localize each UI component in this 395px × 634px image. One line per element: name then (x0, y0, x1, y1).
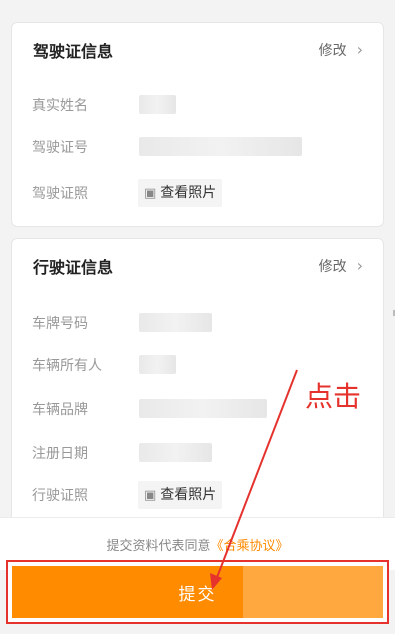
agreement-link[interactable]: 《合乘协议》 (211, 539, 289, 554)
agreement-prefix: 提交资料代表同意 (106, 539, 211, 554)
vehicle-row-label: 车辆所有人 (32, 358, 102, 374)
view-license-photo-button[interactable]: ▣ 查看照片 (138, 179, 223, 207)
vehicle-card-title: 行驶证信息 (33, 258, 114, 277)
view-photo-label: 查看照片 (160, 487, 217, 503)
redacted-value (139, 313, 212, 332)
edit-license-button[interactable]: 修改 › (319, 40, 363, 60)
view-photo-label: 查看照片 (160, 185, 217, 201)
license-row-label: 驾驶证号 (32, 140, 88, 156)
license-row-name: 真实姓名 (12, 89, 383, 121)
edit-vehicle-button[interactable]: 修改 › (319, 256, 363, 276)
license-row-label: 真实姓名 (32, 98, 88, 114)
vehicle-row-date: 注册日期 (12, 437, 383, 469)
license-card-title: 驾驶证信息 (33, 42, 114, 61)
license-row-photo: 驾驶证照 ▣ 查看照片 (12, 177, 383, 209)
image-icon: ▣ (144, 488, 157, 503)
license-card-header: 驾驶证信息 修改 › (12, 23, 383, 77)
redacted-value (139, 443, 212, 462)
click-annotation: 点击 (305, 380, 362, 413)
license-card: 驾驶证信息 修改 › 真实姓名 驾驶证号 驾驶证照 ▣ 查看照片 (11, 22, 384, 227)
license-row-number: 驾驶证号 (12, 131, 383, 163)
vehicle-row-label: 行驶证照 (32, 488, 88, 504)
chevron-right-icon: › (356, 256, 363, 275)
image-icon: ▣ (144, 186, 157, 201)
edit-vehicle-label: 修改 (318, 259, 347, 275)
chevron-right-icon: › (356, 40, 363, 59)
redacted-value (139, 137, 302, 156)
redacted-value (139, 355, 176, 374)
submit-highlight-box: 提交 (6, 560, 389, 624)
vehicle-row-label: 车牌号码 (32, 316, 88, 332)
vehicle-card-header: 行驶证信息 修改 › (12, 239, 383, 293)
vehicle-row-photo: 行驶证照 ▣ 查看照片 (12, 479, 383, 511)
redacted-value (139, 95, 176, 114)
redacted-overlay (243, 566, 383, 618)
redacted-value (139, 399, 267, 418)
edit-license-label: 修改 (318, 43, 347, 59)
agreement-text: 提交资料代表同意《合乘协议》 (0, 535, 395, 554)
vehicle-row-label: 注册日期 (32, 446, 88, 462)
view-vehicle-photo-button[interactable]: ▣ 查看照片 (138, 481, 223, 509)
vehicle-row-label: 车辆品牌 (32, 402, 88, 418)
vehicle-row-plate: 车牌号码 (12, 307, 383, 339)
license-row-label: 驾驶证照 (32, 186, 88, 202)
